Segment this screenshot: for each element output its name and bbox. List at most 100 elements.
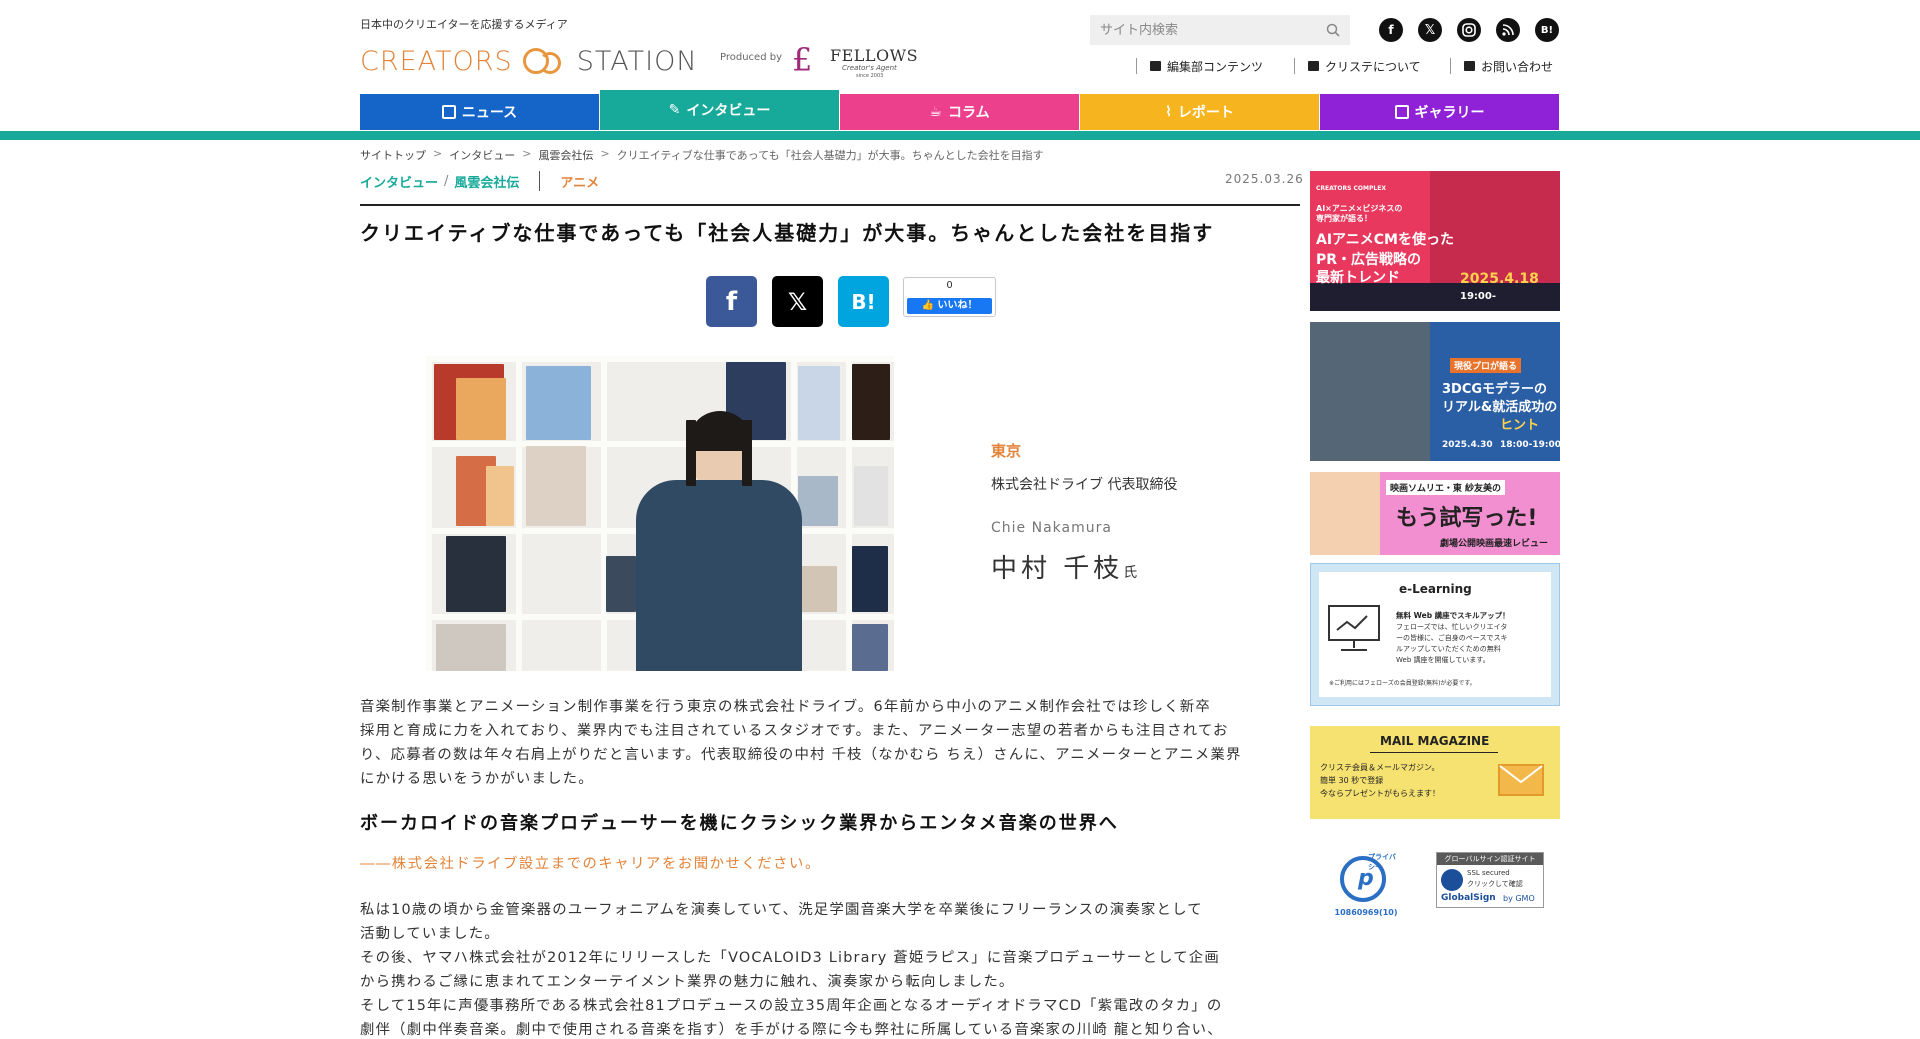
share-hatena-button[interactable]: B!: [838, 276, 889, 327]
mail-icon: [1464, 61, 1475, 71]
banner-text: 2025.4.30: [1442, 440, 1493, 450]
privacy-mark-badge[interactable]: p プライバシー 10860969(10): [1330, 852, 1402, 922]
answer-line: そして15年に声優事務所である株式会社81プロデュースの設立35周年企画となるオ…: [360, 998, 1223, 1014]
profile-location: 東京: [991, 442, 1022, 460]
privacy-label: プライバシー: [1368, 853, 1396, 871]
tab-report[interactable]: ⌇ レポート: [1080, 94, 1319, 130]
profile-roman-name: Chie Nakamura: [991, 520, 1112, 536]
banner-text: e-Learning: [1399, 582, 1472, 596]
like-button[interactable]: 👍 いいね！: [907, 298, 992, 314]
interview-question: ――株式会社ドライブ設立までのキャリアをお聞かせください。: [360, 856, 821, 872]
answer-line: 私は10歳の頃から金管楽器のユーフォニアムを演奏していて、洗足学園音楽大学を卒業…: [360, 902, 1203, 918]
breadcrumb-interview[interactable]: インタビュー: [449, 147, 515, 163]
tab-interview[interactable]: ✎ インタビュー: [600, 90, 839, 130]
breadcrumb: サイトトップ > インタビュー > 風雲会社伝 > クリエイティブな仕事であっても「社…: [360, 147, 1044, 163]
globalsign-mid: SSL secured: [1467, 869, 1510, 877]
tab-label: レポート: [1177, 105, 1234, 121]
banner-photo: [1310, 472, 1380, 555]
subcategory-link[interactable]: 風雲会社伝: [454, 172, 519, 191]
banner-text: 2025.4.18: [1460, 271, 1539, 287]
breadcrumb-series[interactable]: 風雲会社伝: [538, 147, 593, 163]
facebook-icon[interactable]: f: [1379, 18, 1403, 42]
tab-label: インタビュー: [686, 103, 771, 119]
title-rule: [360, 204, 1300, 206]
lead-line: 音楽制作事業とアニメーション制作事業を行う東京の株式会社ドライブ。6年前から中小…: [360, 699, 1211, 715]
globalsign-brand: GlobalSign: [1441, 893, 1496, 903]
banner-text: Web 講座を開催しています。: [1396, 656, 1490, 664]
chat-icon: [1308, 61, 1319, 71]
fellows-since: since 2003: [856, 73, 884, 79]
clip-icon: ⌇: [1165, 104, 1172, 120]
fellows-name: FELLOWS: [830, 46, 919, 65]
interviewee-photo: [426, 356, 894, 671]
profile-honorific: 氏: [1123, 565, 1138, 581]
instagram-icon[interactable]: [1457, 18, 1481, 42]
tab-news[interactable]: ニュース: [360, 94, 599, 130]
globalsign-click: クリックして確認: [1467, 880, 1523, 888]
banner-3dcg-modeler[interactable]: 現役プロが語る 3DCGモデラーの リアル&就活成功の ヒント 2025.4.3…: [1310, 322, 1560, 461]
banner-text: ※ご利用にはフェローズの会員登録(無料)が必要です。: [1329, 680, 1476, 687]
facebook-like-widget[interactable]: 0 👍 いいね！: [903, 277, 996, 317]
monitor-icon: [1328, 605, 1380, 651]
interview-answer: 私は10歳の頃から金管楽器のユーフォニアムを演奏していて、洗足学園音楽大学を卒業…: [360, 898, 1300, 1039]
answer-line: 活動していました。: [360, 926, 500, 942]
banner-text: ーの皆様に、ご自身のペースでスキ: [1396, 634, 1508, 642]
globalsign-badge[interactable]: グローバルサイン認証サイト SSL secured クリックして確認 Globa…: [1436, 852, 1544, 908]
banner-text: 今ならプレゼントがもらえます！: [1320, 789, 1440, 798]
privacy-id: 10860969(10): [1334, 908, 1398, 917]
lead-line: 採用と育成に力を入れており、業界内でも注目されているスタジオです。また、アニメー…: [360, 723, 1229, 739]
interviewee-profile: 東京 株式会社ドライブ 代表取締役 Chie Nakamura 中村 千枝氏: [991, 440, 1177, 584]
contact-link-label: お問い合わせ: [1481, 59, 1554, 74]
editorial-link-label: 編集部コンテンツ: [1167, 59, 1264, 74]
banner-text: 18:00-19:00: [1500, 440, 1560, 450]
banner-text: 現役プロが語る: [1450, 358, 1522, 373]
profile-name-text: 中村 千枝: [991, 554, 1124, 584]
like-label: いいね！: [937, 300, 978, 311]
banner-text: 映画ソムリエ・東 紗友美の: [1386, 480, 1505, 495]
rss-icon[interactable]: [1496, 18, 1520, 42]
banner-text: クリステ会員＆メールマガジン。: [1320, 763, 1440, 772]
banner-text: 3DCGモデラーの: [1442, 382, 1548, 397]
about-link-label: クリステについて: [1325, 59, 1421, 74]
tab-label: ギャラリー: [1414, 105, 1485, 121]
tab-gallery[interactable]: ギャラリー: [1320, 94, 1559, 130]
banner-e-learning[interactable]: e-Learning 無料 Web 講座でスキルアップ！ フェローズでは、忙しい…: [1310, 563, 1560, 706]
share-facebook-button[interactable]: f: [706, 276, 757, 327]
article-date: 2025.03.26: [1225, 172, 1304, 186]
category-link[interactable]: インタビュー: [360, 172, 438, 191]
pencil-icon: [1150, 61, 1161, 71]
answer-line: その後、ヤマハ株式会社が2012年にリリースした「VOCALOID3 Libra…: [360, 950, 1220, 966]
fellows-logo[interactable]: £ FELLOWS Creator's Agent since 2003: [792, 42, 918, 80]
breadcrumb-top[interactable]: サイトトップ: [360, 147, 426, 163]
search-icon[interactable]: [1326, 23, 1340, 37]
article-title: クリエイティブな仕事であっても「社会人基礎力」が大事。ちゃんとした会社を目指す: [360, 221, 1215, 245]
banner-text: ルアップしていただくための無料: [1396, 645, 1501, 653]
answer-line: から携わるご縁に恵まれてエンターテイメント業界の魅力に触れ、演奏家から転向しまし…: [360, 974, 1015, 990]
banner-ai-anime-cm[interactable]: CREATORS COMPLEX AI×アニメ×ビジネスの 専門家が語る！ AI…: [1310, 171, 1560, 311]
hatena-bookmark-icon[interactable]: B!: [1535, 18, 1559, 42]
nav-underline: [0, 131, 1920, 140]
share-x-button[interactable]: 𝕏: [772, 276, 823, 327]
banner-movie-review[interactable]: 映画ソムリエ・東 紗友美の もう試写った! 劇場公開映画最速レビュー: [1310, 472, 1560, 555]
about-link[interactable]: クリステについて: [1294, 58, 1421, 74]
lock-icon: [1441, 869, 1463, 891]
divider: [539, 171, 541, 191]
search-input[interactable]: [1090, 15, 1310, 45]
banner-text: 専門家が語る！: [1316, 214, 1372, 223]
article-categories: インタビュー / 風雲会社伝 アニメ: [360, 171, 599, 191]
tag-link[interactable]: アニメ: [560, 172, 599, 191]
globalsign-by: by GMO: [1503, 894, 1535, 903]
banner-text: ヒント: [1500, 418, 1540, 433]
banner-mail-magazine[interactable]: MAIL MAGAZINE クリステ会員＆メールマガジン。 簡単 30 秒で登録…: [1310, 726, 1560, 819]
section-heading: ボーカロイドの音楽プロデューサーを機にクラシック業界からエンタメ音楽の世界へ: [360, 813, 1119, 834]
contact-link[interactable]: お問い合わせ: [1450, 58, 1554, 74]
tab-column[interactable]: ☕ コラム: [840, 94, 1079, 130]
banner-text: MAIL MAGAZINE: [1380, 734, 1490, 748]
banner-text: もう試写った!: [1396, 506, 1538, 531]
site-logo[interactable]: CREATORS STATION: [360, 44, 698, 78]
editorial-link[interactable]: 編集部コンテンツ: [1136, 58, 1264, 74]
x-icon[interactable]: 𝕏: [1418, 18, 1442, 42]
site-search: [1090, 15, 1350, 45]
divider: [1294, 58, 1295, 74]
profile-name: 中村 千枝氏: [991, 548, 1137, 585]
